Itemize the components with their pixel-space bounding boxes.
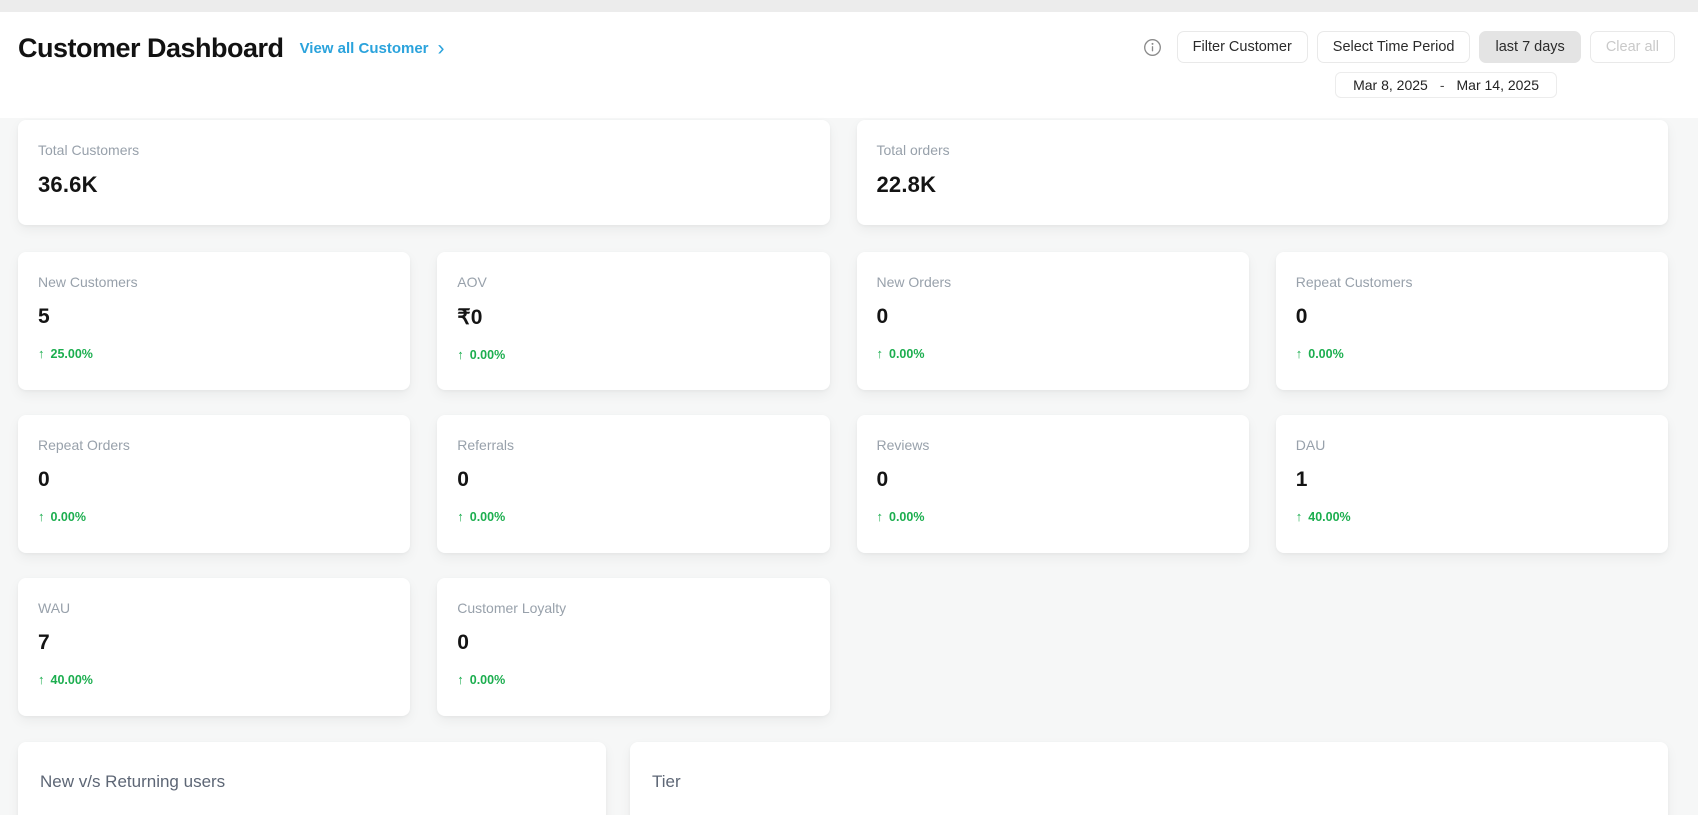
metric-label: Referrals bbox=[457, 437, 809, 454]
metric-change-value: 0.00% bbox=[1308, 347, 1343, 361]
metric-change-value: 0.00% bbox=[470, 510, 505, 524]
last-7-days-chip[interactable]: last 7 days bbox=[1479, 31, 1580, 63]
bottom-charts-row: New v/s Returning users Tier bbox=[18, 742, 1668, 815]
metric-value: 5 bbox=[38, 305, 390, 329]
date-range-pill[interactable]: Mar 8, 2025 - Mar 14, 2025 bbox=[1335, 72, 1557, 98]
metric-value: 22.8K bbox=[877, 172, 1649, 198]
metric-change: ↑ 0.00% bbox=[38, 509, 390, 524]
metric-label: New Customers bbox=[38, 274, 390, 291]
clear-all-button[interactable]: Clear all bbox=[1590, 31, 1675, 63]
view-all-customer-label: View all Customer bbox=[300, 40, 429, 57]
metric-card-new-customers: New Customers 5 ↑ 25.00% bbox=[18, 252, 410, 390]
metric-label: New Orders bbox=[877, 274, 1229, 291]
metric-card-customer-loyalty: Customer Loyalty 0 ↑ 0.00% bbox=[437, 578, 829, 716]
metric-change-value: 0.00% bbox=[470, 673, 505, 687]
metric-value: 36.6K bbox=[38, 172, 810, 198]
metric-change: ↑ 0.00% bbox=[457, 347, 809, 362]
date-range-start: Mar 8, 2025 bbox=[1353, 77, 1428, 93]
trend-up-arrow-icon: ↑ bbox=[1296, 509, 1303, 524]
header-right: Filter Customer Select Time Period last … bbox=[1143, 31, 1675, 118]
metric-change-value: 40.00% bbox=[51, 673, 93, 687]
trend-up-arrow-icon: ↑ bbox=[1296, 346, 1303, 361]
metric-label: Reviews bbox=[877, 437, 1229, 454]
metric-label: WAU bbox=[38, 600, 390, 617]
filter-customer-button[interactable]: Filter Customer bbox=[1177, 31, 1308, 63]
date-range-separator: - bbox=[1440, 77, 1445, 93]
metric-change: ↑ 0.00% bbox=[877, 509, 1229, 524]
metric-change-value: 25.00% bbox=[51, 347, 93, 361]
metric-change: ↑ 25.00% bbox=[38, 346, 390, 361]
metric-value: 0 bbox=[877, 468, 1229, 492]
metric-card-reviews: Reviews 0 ↑ 0.00% bbox=[857, 415, 1249, 553]
trend-up-arrow-icon: ↑ bbox=[877, 346, 884, 361]
chevron-right-icon: › bbox=[438, 42, 445, 56]
metric-value: 0 bbox=[38, 468, 390, 492]
metric-card-aov: AOV ₹0 ↑ 0.00% bbox=[437, 252, 829, 390]
metric-change-value: 0.00% bbox=[470, 348, 505, 362]
date-row: Mar 8, 2025 - Mar 14, 2025 bbox=[1335, 72, 1557, 98]
metric-change-value: 0.00% bbox=[889, 510, 924, 524]
header-controls: Filter Customer Select Time Period last … bbox=[1143, 31, 1675, 63]
trend-up-arrow-icon: ↑ bbox=[457, 347, 464, 362]
window-top-strip bbox=[0, 0, 1698, 12]
panel-title: New v/s Returning users bbox=[40, 772, 584, 792]
metric-card-wau: WAU 7 ↑ 40.00% bbox=[18, 578, 410, 716]
metric-value: 0 bbox=[877, 305, 1229, 329]
metric-cards-grid: New Customers 5 ↑ 25.00% AOV ₹0 ↑ 0.00% … bbox=[18, 252, 1668, 716]
metric-change: ↑ 40.00% bbox=[38, 672, 390, 687]
metric-card-total-orders: Total orders 22.8K bbox=[857, 120, 1669, 225]
metric-change-value: 0.00% bbox=[889, 347, 924, 361]
metric-card-repeat-customers: Repeat Customers 0 ↑ 0.00% bbox=[1276, 252, 1668, 390]
trend-up-arrow-icon: ↑ bbox=[38, 346, 45, 361]
metric-value: 0 bbox=[457, 468, 809, 492]
dashboard-header: Customer Dashboard View all Customer › F… bbox=[0, 12, 1698, 118]
metric-value: 1 bbox=[1296, 468, 1648, 492]
header-left: Customer Dashboard View all Customer › bbox=[18, 31, 445, 118]
metric-label: DAU bbox=[1296, 437, 1648, 454]
metric-value: 0 bbox=[457, 631, 809, 655]
metric-card-referrals: Referrals 0 ↑ 0.00% bbox=[437, 415, 829, 553]
metric-label: Repeat Orders bbox=[38, 437, 390, 454]
trend-up-arrow-icon: ↑ bbox=[38, 672, 45, 687]
metric-change-value: 0.00% bbox=[51, 510, 86, 524]
metric-change: ↑ 0.00% bbox=[1296, 346, 1648, 361]
metric-change: ↑ 40.00% bbox=[1296, 509, 1648, 524]
page-title: Customer Dashboard bbox=[18, 33, 284, 64]
date-range-end: Mar 14, 2025 bbox=[1457, 77, 1540, 93]
metric-label: AOV bbox=[457, 274, 809, 291]
trend-up-arrow-icon: ↑ bbox=[457, 509, 464, 524]
select-time-period-button[interactable]: Select Time Period bbox=[1317, 31, 1471, 63]
dashboard-content: Total Customers 36.6K Total orders 22.8K… bbox=[0, 118, 1698, 815]
metric-value: ₹0 bbox=[457, 305, 809, 330]
metric-change: ↑ 0.00% bbox=[877, 346, 1229, 361]
metric-label: Total orders bbox=[877, 142, 1649, 159]
metric-card-dau: DAU 1 ↑ 40.00% bbox=[1276, 415, 1668, 553]
metric-card-new-orders: New Orders 0 ↑ 0.00% bbox=[857, 252, 1249, 390]
info-icon[interactable] bbox=[1143, 38, 1162, 57]
trend-up-arrow-icon: ↑ bbox=[457, 672, 464, 687]
panel-title: Tier bbox=[652, 772, 1646, 792]
metric-change: ↑ 0.00% bbox=[457, 672, 809, 687]
trend-up-arrow-icon: ↑ bbox=[38, 509, 45, 524]
metric-label: Customer Loyalty bbox=[457, 600, 809, 617]
metric-label: Repeat Customers bbox=[1296, 274, 1648, 291]
hero-metrics-row: Total Customers 36.6K Total orders 22.8K bbox=[18, 120, 1668, 225]
metric-value: 0 bbox=[1296, 305, 1648, 329]
metric-change-value: 40.00% bbox=[1308, 510, 1350, 524]
new-vs-returning-users-panel: New v/s Returning users bbox=[18, 742, 606, 815]
metric-change: ↑ 0.00% bbox=[457, 509, 809, 524]
metric-label: Total Customers bbox=[38, 142, 810, 159]
metric-card-total-customers: Total Customers 36.6K bbox=[18, 120, 830, 225]
tier-panel: Tier bbox=[630, 742, 1668, 815]
view-all-customer-link[interactable]: View all Customer › bbox=[300, 40, 445, 57]
metric-card-repeat-orders: Repeat Orders 0 ↑ 0.00% bbox=[18, 415, 410, 553]
metric-value: 7 bbox=[38, 631, 390, 655]
trend-up-arrow-icon: ↑ bbox=[877, 509, 884, 524]
